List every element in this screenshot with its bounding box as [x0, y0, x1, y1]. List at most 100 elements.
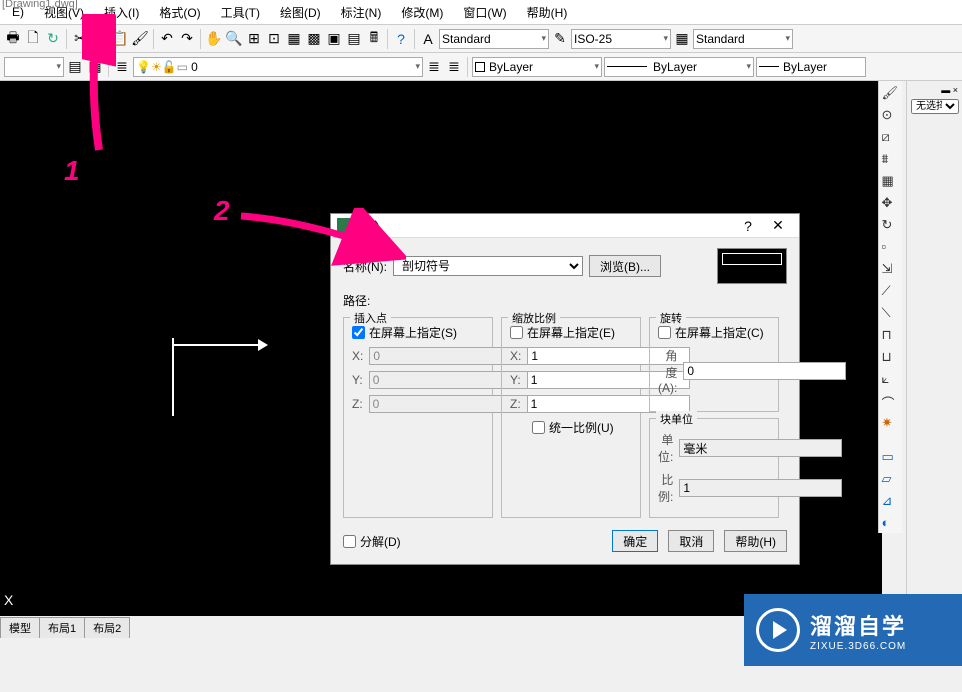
trim-icon[interactable]: ⟋ — [882, 283, 900, 301]
cancel-button[interactable]: 取消 — [668, 530, 714, 552]
copy2-icon[interactable]: ⊙ — [882, 107, 900, 125]
matchprop-icon[interactable]: 🖌 — [131, 30, 149, 48]
array-icon[interactable]: ▦ — [882, 173, 900, 191]
annotation-arrow-2 — [236, 208, 406, 268]
brush-icon[interactable]: 🖌 — [882, 85, 900, 103]
menu-draw[interactable]: 绘图(D) — [270, 1, 331, 24]
cursor-indicator: X — [4, 592, 13, 608]
scale-group: 缩放比例 在屏幕上指定(E) X: Y: Z: 统一比例(U) — [501, 317, 641, 518]
offset-icon[interactable]: ⩩ — [882, 151, 900, 169]
menu-dimension[interactable]: 标注(N) — [331, 1, 392, 24]
linetype-combo[interactable]: ByLayer▾ — [604, 57, 754, 77]
preview-icon[interactable]: 🗋 — [24, 30, 42, 48]
layout-tabs: 模型 布局1 布局2 — [0, 616, 129, 638]
selection-combo[interactable]: 无选择 — [911, 99, 959, 114]
helpbtn-icon[interactable]: ? — [392, 30, 410, 48]
tab-model[interactable]: 模型 — [0, 617, 40, 638]
properties-panel: ▬ × 无选择 — [906, 81, 962, 616]
layeriso-icon[interactable]: ≣ — [425, 58, 443, 76]
dimstyle-combo[interactable]: ISO-25▾ — [571, 29, 671, 49]
browse-button[interactable]: 浏览(B)... — [589, 255, 661, 277]
decompose-check[interactable] — [343, 535, 356, 548]
insertpoint-check[interactable] — [352, 326, 365, 339]
tab-layout1[interactable]: 布局1 — [39, 617, 85, 638]
mirror-icon[interactable]: ⧄ — [882, 129, 900, 147]
insertpoint-check-label: 在屏幕上指定(S) — [369, 324, 457, 341]
rotation-group: 旋转 在屏幕上指定(C) 角度(A): — [649, 317, 779, 412]
blockunit-group: 块单位 单位: 比例: — [649, 418, 779, 518]
help-button[interactable]: 帮助(H) — [724, 530, 787, 552]
fillet-icon[interactable]: ⌒ — [882, 393, 900, 411]
rotate-icon[interactable]: ↻ — [882, 217, 900, 235]
dim-radius-icon[interactable]: ◐ — [882, 515, 900, 533]
layerprev-icon[interactable]: ▩ — [305, 30, 323, 48]
dim-angular-icon[interactable]: ⊿ — [882, 493, 900, 511]
move-icon[interactable]: ✥ — [882, 195, 900, 213]
refresh-icon[interactable]: ↻ — [44, 30, 62, 48]
scale-title: 缩放比例 — [508, 310, 560, 326]
rotation-check[interactable] — [658, 326, 671, 339]
modify-toolbar: 🖌 ⊙ ⧄ ⩩ ▦ ✥ ↻ ▫ ⇲ ⟋ ⟍ ⊓ ⊔ ⟀ ⌒ ✷ ▭ ▱ ⊿ ◐ — [878, 81, 902, 533]
menubar: E) 视图(V) 插入(I) 格式(O) 工具(T) 绘图(D) 标注(N) 修… — [0, 0, 962, 25]
table-icon[interactable]: ▤ — [345, 30, 363, 48]
color-combo[interactable]: ByLayer▾ — [472, 57, 602, 77]
ucs-y-axis — [172, 338, 174, 416]
uniform-label: 统一比例(U) — [549, 419, 614, 436]
redo-icon[interactable]: ↷ — [178, 30, 196, 48]
menu-help[interactable]: 帮助(H) — [517, 1, 578, 24]
insertpoint-title: 插入点 — [350, 310, 391, 326]
break-icon[interactable]: ⊓ — [882, 327, 900, 345]
annotation-2: 2 — [214, 195, 230, 227]
menu-format[interactable]: 格式(O) — [149, 1, 210, 24]
chamfer-icon[interactable]: ⟀ — [882, 371, 900, 389]
print-icon[interactable]: 🖶 — [4, 30, 22, 48]
textstyle-combo[interactable]: Standard▾ — [439, 29, 549, 49]
dialog-help-icon[interactable]: ? — [733, 218, 763, 234]
toolbar-layers: ▾ ▤ ▦ ≣ 💡☀🔓▭ 0▾ ≣ ≣ ByLayer▾ ByLayer▾ By… — [0, 53, 962, 81]
join-icon[interactable]: ⊔ — [882, 349, 900, 367]
scale-icon[interactable]: ▫ — [882, 239, 900, 257]
close-icon[interactable]: ✕ — [763, 217, 793, 234]
block-icon[interactable]: ▣ — [325, 30, 343, 48]
calc-icon[interactable]: 🖩 — [365, 30, 383, 48]
stretch-icon[interactable]: ⇲ — [882, 261, 900, 279]
scale-check-label: 在屏幕上指定(E) — [527, 324, 615, 341]
menu-modify[interactable]: 修改(M) — [391, 1, 453, 24]
zoomext-icon[interactable]: ⊡ — [265, 30, 283, 48]
extend-icon[interactable]: ⟍ — [882, 305, 900, 323]
angle-input[interactable] — [683, 362, 846, 380]
tablestyle-icon[interactable]: ▦ — [673, 30, 691, 48]
lineweight2-combo[interactable]: ByLayer — [756, 57, 866, 77]
menu-tools[interactable]: 工具(T) — [211, 1, 270, 24]
layermatch-icon[interactable]: ≣ — [445, 58, 463, 76]
explode-icon[interactable]: ✷ — [882, 415, 900, 433]
ratio-field — [679, 479, 842, 497]
watermark: 溜溜自学 ZIXUE.3D66.COM — [744, 594, 962, 666]
zoomwin-icon[interactable]: ⊞ — [245, 30, 263, 48]
undo-icon[interactable]: ↶ — [158, 30, 176, 48]
ok-button[interactable]: 确定 — [612, 530, 658, 552]
layer-combo[interactable]: 💡☀🔓▭ 0▾ — [133, 57, 423, 77]
ucs-arrow — [258, 339, 268, 351]
menu-window[interactable]: 窗口(W) — [453, 1, 516, 24]
ucs-x-axis — [172, 344, 264, 346]
block-preview — [717, 248, 787, 284]
dim-aligned-icon[interactable]: ▱ — [882, 471, 900, 489]
uniform-check[interactable] — [532, 421, 545, 434]
name-combo[interactable]: 剖切符号 — [393, 256, 583, 276]
watermark-title: 溜溜自学 — [810, 609, 906, 641]
dimstyle-icon[interactable]: ✎ — [551, 30, 569, 48]
tablestyle-combo[interactable]: Standard▾ — [693, 29, 793, 49]
dim-linear-icon[interactable]: ▭ — [882, 449, 900, 467]
layers-icon[interactable]: ▦ — [285, 30, 303, 48]
decompose-label: 分解(D) — [360, 533, 401, 550]
zoomin-icon[interactable]: 🔍 — [225, 30, 243, 48]
blockunit-title: 块单位 — [656, 411, 697, 427]
tab-layout2[interactable]: 布局2 — [84, 617, 130, 638]
dialog-title: 插入 — [359, 217, 733, 234]
unit-field — [679, 439, 842, 457]
lineweight-combo[interactable]: ▾ — [4, 57, 64, 77]
pan-icon[interactable]: ✋ — [205, 30, 223, 48]
textstyle-icon[interactable]: A — [419, 30, 437, 48]
scale-check[interactable] — [510, 326, 523, 339]
